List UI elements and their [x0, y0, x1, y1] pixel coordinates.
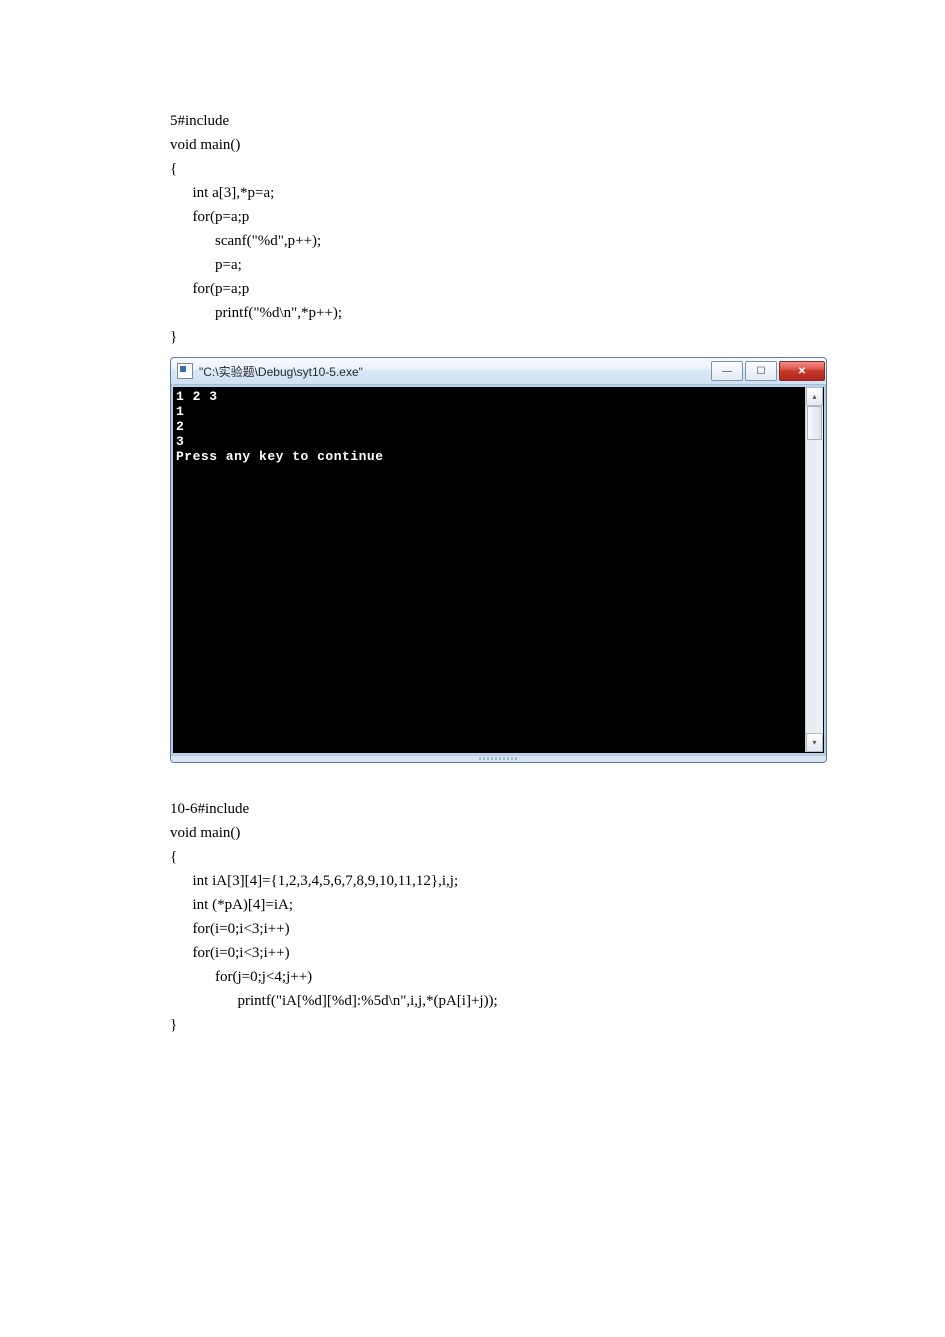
code-line: } [170, 1017, 177, 1033]
scroll-down-button[interactable]: ▾ [806, 733, 823, 752]
code-line: int (*pA)[4]=iA; [170, 897, 293, 913]
code-line: } [170, 329, 177, 345]
minimize-button[interactable]: — [711, 361, 743, 381]
scroll-up-button[interactable]: ▴ [806, 387, 823, 406]
code-line: { [170, 849, 177, 865]
code-line: 5#include [170, 113, 229, 129]
console-line: 3 [176, 434, 184, 449]
code-line: 10-6#include [170, 801, 249, 817]
resize-grip[interactable] [171, 755, 826, 762]
console-output[interactable]: 1 2 3 1 2 3 Press any key to continue [174, 387, 805, 752]
code-line: void main() [170, 825, 240, 841]
document-page: 5#include void main() { int a[3],*p=a; f… [0, 0, 945, 1337]
code-line: printf("%d\n",*p++); [170, 305, 342, 321]
code-line: int iA[3][4]={1,2,3,4,5,6,7,8,9,10,11,12… [170, 873, 458, 889]
window-title: "C:\实验题\Debug\syt10-5.exe" [199, 363, 363, 380]
console-line: 2 [176, 419, 184, 434]
code-line: printf("iA[%d][%d]:%5d\n",i,j,*(pA[i]+j)… [170, 993, 498, 1009]
console-window: "C:\实验题\Debug\syt10-5.exe" — ☐ ✕ 1 2 3 1… [170, 357, 827, 763]
vertical-scrollbar[interactable]: ▴ ▾ [805, 387, 823, 752]
code-block-1: 5#include void main() { int a[3],*p=a; f… [170, 85, 945, 349]
scroll-thumb[interactable] [807, 406, 822, 440]
maximize-button[interactable]: ☐ [745, 361, 777, 381]
code-line: for(j=0;j<4;j++) [170, 969, 312, 985]
titlebar-left: "C:\实验题\Debug\syt10-5.exe" [177, 363, 363, 380]
code-line: for(i=0;i<3;i++) [170, 921, 290, 937]
close-button[interactable]: ✕ [779, 361, 825, 381]
console-line: 1 [176, 404, 184, 419]
console-line: Press any key to continue [176, 449, 384, 464]
console-client-area: 1 2 3 1 2 3 Press any key to continue ▴ … [173, 387, 824, 753]
code-line: for(p=a;p [170, 209, 249, 225]
scroll-track[interactable] [806, 406, 823, 733]
code-line: int a[3],*p=a; [170, 185, 274, 201]
code-line: p=a; [170, 257, 242, 273]
window-buttons: — ☐ ✕ [709, 361, 825, 381]
code-line: { [170, 161, 177, 177]
code-line: for(i=0;i<3;i++) [170, 945, 290, 961]
console-line: 1 2 3 [176, 389, 218, 404]
code-line: scanf("%d",p++); [170, 233, 321, 249]
window-titlebar[interactable]: "C:\实验题\Debug\syt10-5.exe" — ☐ ✕ [171, 358, 826, 385]
app-icon [177, 363, 193, 379]
code-line: for(p=a;p [170, 281, 249, 297]
code-line: void main() [170, 137, 240, 153]
code-block-2: 10-6#include void main() { int iA[3][4]=… [170, 773, 945, 1037]
